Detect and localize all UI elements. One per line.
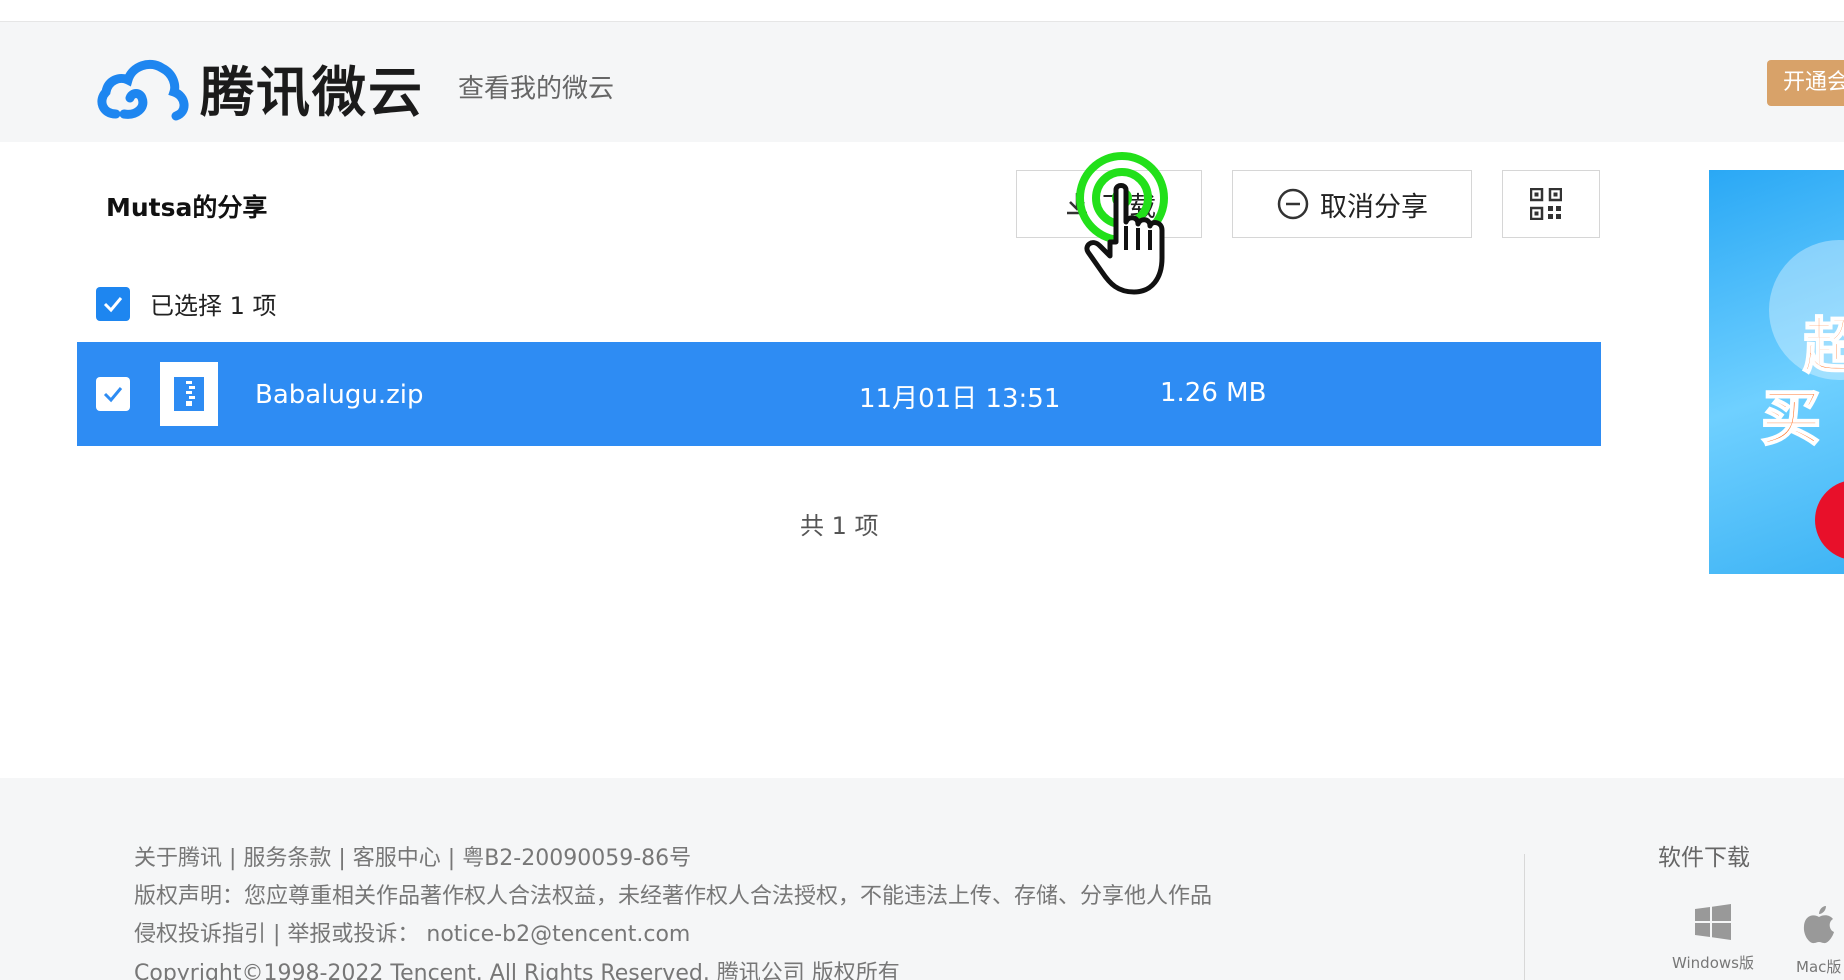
select-all-checkbox[interactable]	[96, 286, 130, 321]
file-row[interactable]: Babalugu.zip 11月01日 13:51 1.26 MB	[77, 342, 1601, 446]
windows-icon	[1694, 904, 1731, 940]
software-download-title: 软件下载	[1658, 845, 1750, 871]
check-icon	[103, 387, 123, 403]
select-all-row[interactable]: 已选择 1 项	[96, 286, 277, 321]
total-count-label: 共 1 项	[800, 512, 879, 540]
browser-top-strip	[0, 0, 1844, 22]
windows-label: Windows版	[1672, 954, 1754, 972]
logo-text: 腾讯微云	[200, 61, 424, 124]
header: 腾讯微云 查看我的微云 开通会	[0, 22, 1844, 142]
cancel-share-label: 取消分享	[1320, 191, 1428, 223]
file-checkbox[interactable]	[96, 377, 130, 411]
ad-red-button	[1815, 480, 1844, 560]
apple-icon	[1803, 906, 1834, 944]
footer-copyright-notice: 版权声明：您应尊重相关作品著作权人合法权益，未经著作权人合法授权，不能违法上传、…	[134, 884, 1213, 909]
file-size: 1.26 MB	[1160, 378, 1267, 408]
logo[interactable]: 腾讯微云	[96, 48, 424, 127]
download-button[interactable]: 下载	[1016, 170, 1202, 238]
footer: 关于腾讯 | 服务条款 | 客服中心 | 粤B2-20090059-86号 版权…	[0, 778, 1844, 980]
cloud-logo-icon	[97, 59, 189, 120]
footer-links[interactable]: 关于腾讯 | 服务条款 | 客服中心 | 粤B2-20090059-86号	[134, 840, 691, 872]
download-icon	[1067, 193, 1087, 215]
ad-banner[interactable]: 超 买	[1709, 170, 1844, 574]
zip-file-icon	[160, 362, 218, 426]
minus-circle-icon	[1277, 188, 1309, 220]
vip-button[interactable]: 开通会	[1767, 60, 1844, 106]
file-modified-time: 11月01日 13:51	[859, 384, 1061, 414]
footer-divider	[1524, 854, 1525, 980]
mac-download[interactable]: Mac版	[1796, 904, 1841, 977]
mac-label: Mac版	[1796, 958, 1842, 976]
check-icon	[103, 296, 123, 312]
share-title: Mutsa的分享	[106, 193, 268, 222]
view-my-weiyun-link[interactable]: 查看我的微云	[458, 68, 614, 105]
download-label: 下载	[1102, 191, 1156, 223]
qr-code-button[interactable]	[1502, 170, 1600, 238]
cancel-share-button[interactable]: 取消分享	[1232, 170, 1472, 238]
footer-complaint-line[interactable]: 侵权投诉指引 | 举报或投诉： notice-b2@tencent.com	[134, 916, 690, 948]
file-name[interactable]: Babalugu.zip	[255, 380, 424, 410]
selection-count-label: 已选择 1 项	[150, 292, 277, 320]
windows-download[interactable]: Windows版	[1672, 904, 1754, 973]
ad-char-2: 买	[1760, 383, 1822, 455]
qr-code-icon	[1530, 188, 1562, 220]
footer-copyright: Copyright©1998-2022 Tencent. All Rights …	[134, 961, 900, 980]
